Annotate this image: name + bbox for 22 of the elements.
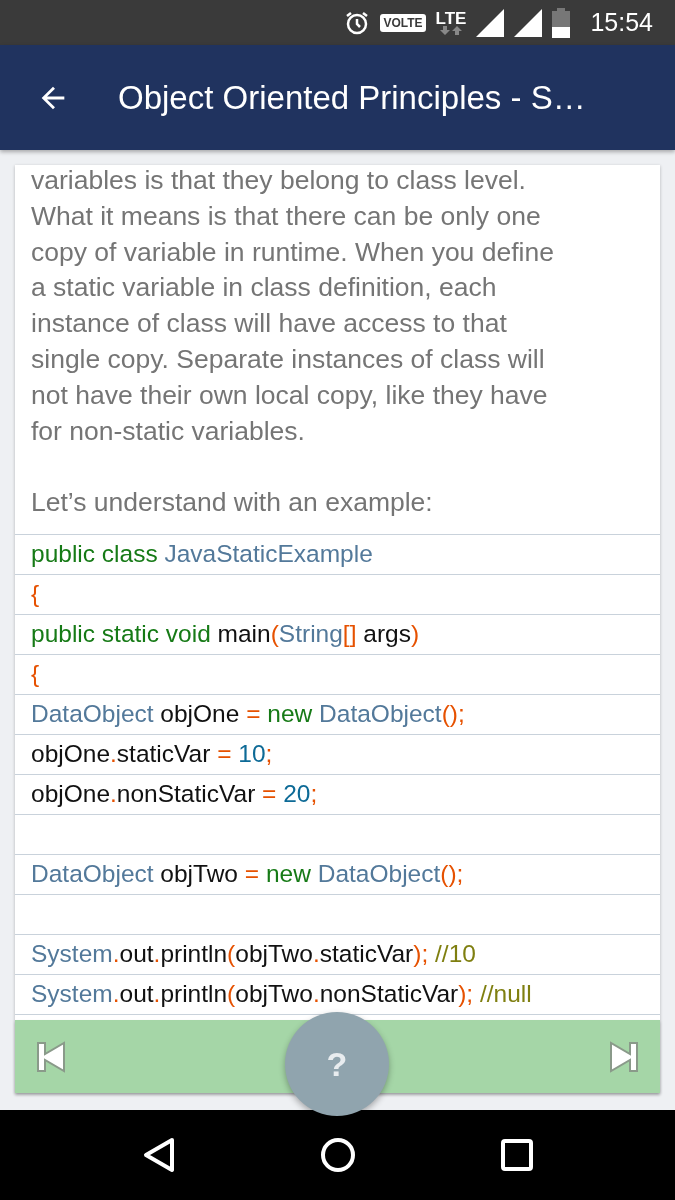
- code-line: System.out.println(objTwo.staticVar); //10: [31, 940, 476, 969]
- code-line: DataObject objTwo = new DataObject();: [31, 860, 464, 889]
- battery-icon: [552, 7, 571, 38]
- network-type: LTE: [435, 10, 467, 26]
- back-icon[interactable]: [142, 1137, 177, 1173]
- data-arrows-icon: [440, 25, 462, 35]
- screen-title: Object Oriented Principles - S…: [118, 78, 586, 117]
- code-line: {: [31, 580, 40, 609]
- signal-icon: [514, 8, 543, 37]
- code-line: {: [31, 660, 40, 689]
- code-line: objOne.nonStaticVar = 20;: [31, 780, 318, 809]
- code-line: DataObject objOne = new DataObject();: [31, 700, 465, 729]
- network-badge: VOLTE: [380, 13, 426, 32]
- code-line: public class JavaStaticExample: [31, 540, 373, 569]
- home-icon[interactable]: [320, 1137, 357, 1173]
- code-line: System.out.println(objTwo.nonStaticVar); //null: [31, 980, 532, 1009]
- paragraph: variables is that they belong to class level. What it means is that there can be only one copy of variable in runtime. When you define a static variable in class definition, each instance of class will have access to that single copy. Separate instances of class will not have their own local copy, like they have for non-static variables. Let’s understand with an example:: [30, 164, 555, 520]
- clock: 15:54: [590, 8, 653, 37]
- code-line: public static void main(String[] args): [31, 620, 420, 649]
- signal-icon: [476, 8, 505, 37]
- recents-icon[interactable]: [500, 1139, 533, 1171]
- code-line: objOne.staticVar = 10;: [31, 740, 273, 769]
